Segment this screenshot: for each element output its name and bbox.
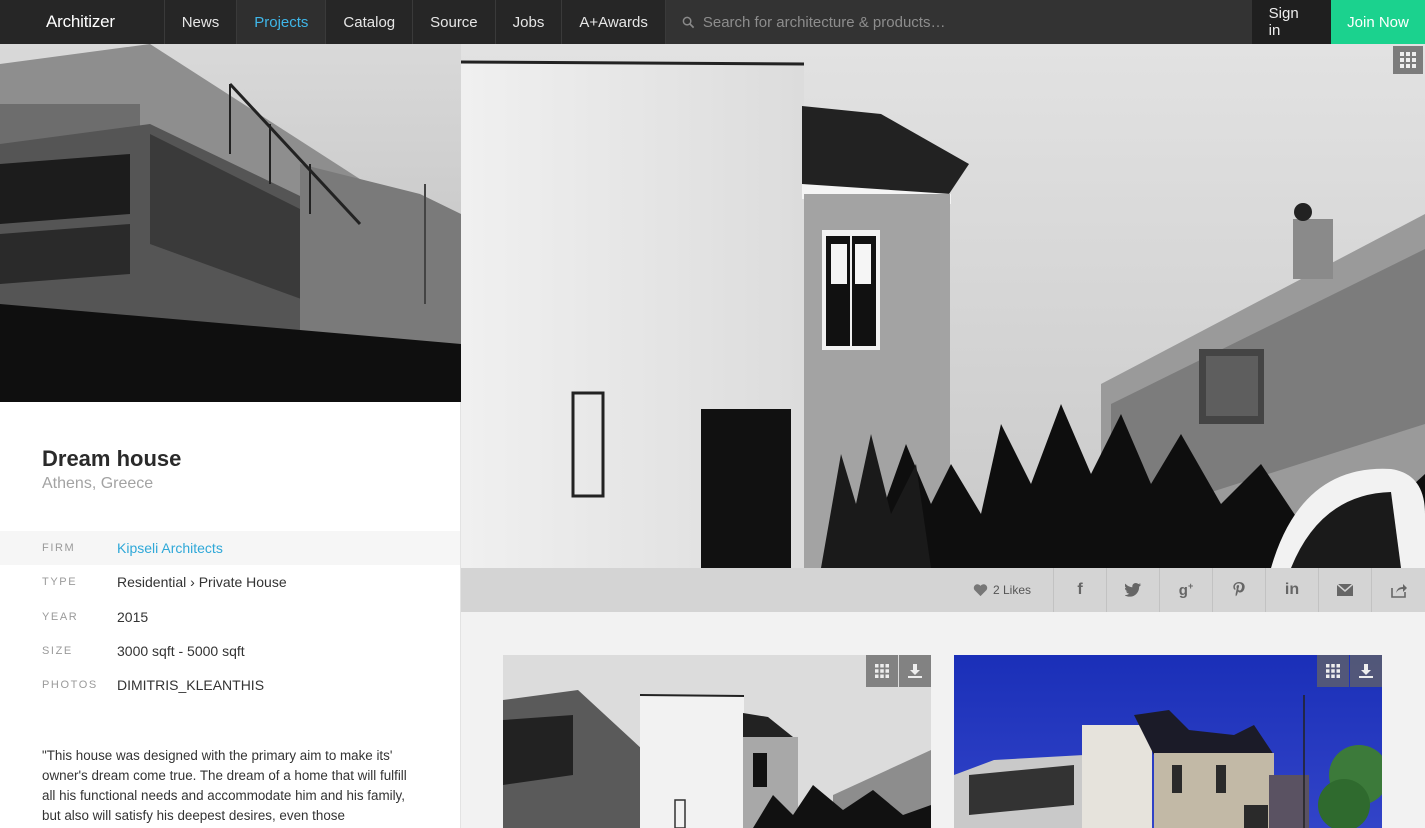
meta-label-year: YEAR bbox=[42, 611, 79, 623]
join-now-button[interactable]: Join Now bbox=[1331, 0, 1425, 44]
share-icon bbox=[1390, 583, 1407, 598]
share-button[interactable] bbox=[1372, 568, 1425, 612]
grid-icon bbox=[875, 664, 889, 678]
architizer-logo[interactable]: Architizer bbox=[0, 0, 165, 44]
project-info-panel: Dream house Athens, Greece FIRM Kipseli … bbox=[0, 402, 461, 828]
search-icon bbox=[682, 16, 695, 28]
likes-count: 2 Likes bbox=[992, 583, 1031, 597]
sign-in-label: Sign in bbox=[1268, 5, 1299, 39]
google-plus-icon: g+ bbox=[1178, 581, 1194, 599]
nav-catalog-label: Catalog bbox=[343, 13, 396, 31]
linkedin-icon: in bbox=[1284, 581, 1300, 598]
like-button[interactable]: 2 Likes bbox=[955, 568, 1054, 612]
pinterest-share-button[interactable] bbox=[1213, 568, 1266, 612]
google-plus-share-button[interactable]: g+ bbox=[1160, 568, 1213, 612]
email-share-button[interactable] bbox=[1319, 568, 1372, 612]
meta-row-firm: FIRM Kipseli Architects bbox=[0, 531, 460, 565]
meta-value-photos: DIMITRIS_KLEANTHIS bbox=[117, 677, 265, 693]
top-navigation: Architizer News Projects Catalog Source … bbox=[0, 0, 1425, 44]
download-icon bbox=[908, 664, 922, 678]
meta-label-photos: PHOTOS bbox=[42, 679, 98, 691]
linkedin-share-button[interactable]: in bbox=[1266, 568, 1319, 612]
logo-text: Architizer bbox=[46, 12, 115, 31]
nav-source-label: Source bbox=[430, 13, 478, 31]
thumbnail-2-download-button[interactable] bbox=[1350, 655, 1382, 687]
thumbnail-1-download-button[interactable] bbox=[899, 655, 931, 687]
download-icon bbox=[1359, 664, 1373, 678]
project-location: Athens, Greece bbox=[42, 475, 154, 492]
email-icon bbox=[1337, 584, 1353, 596]
building-photo-left bbox=[0, 44, 461, 402]
building-photo-hero bbox=[461, 44, 1425, 568]
sign-in-button[interactable]: Sign in bbox=[1251, 0, 1332, 44]
search-input[interactable] bbox=[702, 13, 1243, 31]
gallery-grid-button[interactable] bbox=[1393, 46, 1423, 74]
nav-news[interactable]: News bbox=[165, 0, 238, 44]
meta-label-type: TYPE bbox=[42, 576, 78, 588]
nav-source[interactable]: Source bbox=[413, 0, 496, 44]
meta-row-year: YEAR 2015 bbox=[0, 600, 460, 634]
meta-label-firm: FIRM bbox=[42, 542, 76, 554]
nav-awards-label: A+Awards bbox=[579, 13, 648, 31]
thumbnail-1-grid-button[interactable] bbox=[866, 655, 898, 687]
nav-jobs[interactable]: Jobs bbox=[496, 0, 563, 44]
thumbnail-2-grid-button[interactable] bbox=[1317, 655, 1349, 687]
project-thumbnail-2[interactable] bbox=[954, 655, 1382, 828]
meta-value-type[interactable]: Residential › Private House bbox=[117, 574, 287, 590]
grid-icon bbox=[1400, 52, 1416, 68]
project-thumbnail-1[interactable] bbox=[503, 655, 931, 828]
grid-icon bbox=[1326, 664, 1340, 678]
search-bar bbox=[665, 0, 1252, 44]
facebook-icon: f bbox=[1077, 581, 1083, 598]
secondary-project-photo[interactable] bbox=[0, 44, 461, 402]
meta-label-size: SIZE bbox=[42, 645, 73, 657]
project-description: "This house was designed with the primar… bbox=[42, 748, 407, 823]
meta-value-year: 2015 bbox=[117, 609, 149, 625]
project-title: Dream house bbox=[42, 446, 182, 471]
nav-jobs-label: Jobs bbox=[512, 13, 545, 31]
meta-row-size: SIZE 3000 sqft - 5000 sqft bbox=[0, 634, 460, 668]
join-now-label: Join Now bbox=[1347, 13, 1409, 31]
hero-project-photo[interactable] bbox=[461, 44, 1425, 568]
share-bar: 2 Likes f g+ in bbox=[461, 568, 1425, 612]
nav-awards[interactable]: A+Awards bbox=[562, 0, 666, 44]
meta-value-size: 3000 sqft - 5000 sqft bbox=[117, 643, 245, 659]
nav-projects[interactable]: Projects bbox=[237, 0, 327, 44]
pinterest-icon bbox=[1233, 581, 1245, 596]
nav-catalog[interactable]: Catalog bbox=[326, 0, 414, 44]
meta-row-photos: PHOTOS DIMITRIS_KLEANTHIS bbox=[0, 668, 460, 702]
nav-projects-label: Projects bbox=[254, 13, 309, 31]
heart-icon bbox=[973, 583, 988, 596]
twitter-share-button[interactable] bbox=[1107, 568, 1160, 612]
facebook-share-button[interactable]: f bbox=[1054, 568, 1107, 612]
twitter-icon bbox=[1124, 583, 1141, 597]
firm-link[interactable]: Kipseli Architects bbox=[117, 540, 223, 556]
meta-row-type: TYPE Residential › Private House bbox=[0, 565, 460, 599]
nav-news-label: News bbox=[181, 13, 220, 31]
